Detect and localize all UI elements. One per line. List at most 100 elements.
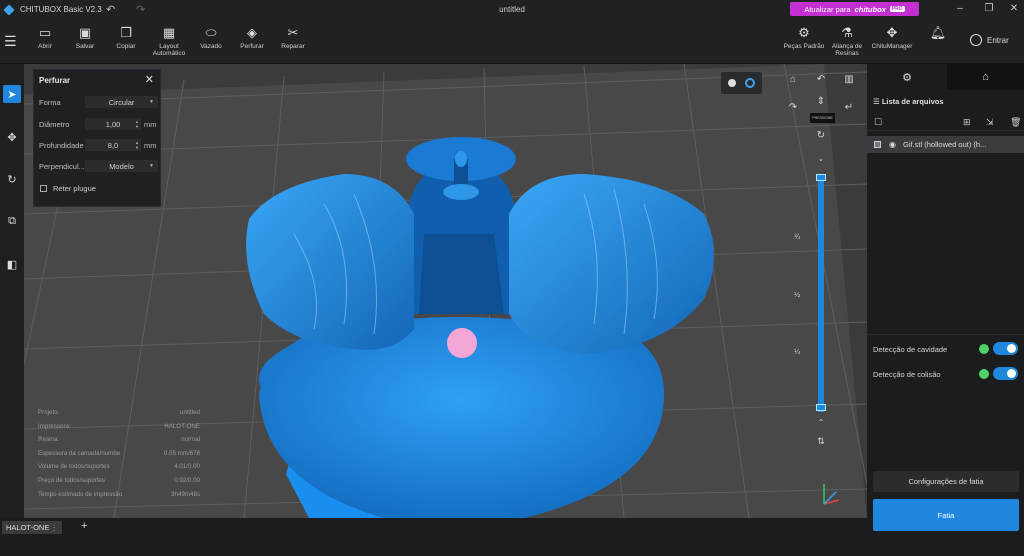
tab-printer[interactable]: ⌂ [947, 64, 1024, 90]
login-button[interactable]: Entrar [970, 34, 1009, 46]
toolbar-label: Abrir [38, 43, 52, 50]
hollow-icon: ⬭ [205, 25, 217, 40]
project-info: Projeto: untitled Impressora: HALOT-ONE Re… [38, 409, 200, 504]
toolbar-layout-button[interactable]: ▦ Layout Automático [146, 25, 192, 57]
close-icon[interactable]: ✕ [145, 73, 154, 86]
eye-icon[interactable]: ◉ [889, 140, 896, 149]
avatar-icon [970, 34, 982, 46]
file-name: Gif.stl (hollowed out) (h... [902, 140, 987, 149]
file-list-header: ☰ Lista de arquivos [873, 97, 944, 106]
upgrade-brand: chitubox [854, 4, 886, 14]
perpendicular-select[interactable]: Modelo ▼ [85, 160, 158, 172]
depth-label: Profundidade [39, 141, 84, 150]
upgrade-button[interactable]: Atualizar para chitubox PRO [790, 2, 919, 16]
refresh-view-icon[interactable]: ↻ [814, 130, 828, 141]
stepper-icon[interactable]: ▲ ▼ [135, 119, 139, 129]
collision-detection-label: Detecção de colisão [873, 370, 941, 379]
toolbar-hollow-button[interactable]: ⬭ Vazado [188, 25, 234, 50]
toolbar-parts-button[interactable]: ⚙ Peças Padrão [781, 25, 827, 50]
layer-slider[interactable] [818, 176, 824, 412]
render-mode-toggle[interactable] [721, 72, 762, 94]
info-value: untitled [180, 409, 200, 416]
upgrade-label: Atualizar para [804, 4, 851, 14]
chevron-up-icon[interactable]: ⌃ [814, 418, 828, 427]
rotate-tool-icon[interactable]: ↻ [3, 170, 21, 188]
mirror-tool-icon[interactable]: ◧ [3, 255, 21, 273]
info-row: Espessura da camada/numbe 0.05 mm/678 [38, 450, 200, 464]
cube-view-icon[interactable]: ▥ [842, 74, 856, 85]
toolbar-label: Reparar [281, 43, 305, 50]
slice-button[interactable]: Fatia [873, 499, 1019, 531]
left-toolbar: ➤ ✥ ↻ ⧉ ◧ [0, 64, 24, 518]
keep-plug-checkbox[interactable]: Reter plugue [40, 184, 96, 193]
add-printer-button[interactable]: + [81, 520, 87, 532]
ruler-icon[interactable]: ⇕ [814, 96, 828, 107]
toolbar-manager-button[interactable]: ✥ ChituManager [869, 25, 915, 50]
hamburger-menu-icon[interactable]: ☰ [4, 33, 17, 50]
toolbar-repair-button[interactable]: ✂ Reparar [270, 25, 316, 50]
toolbar-label: Salvar [75, 43, 95, 50]
toolbar-copy-button[interactable]: ❐ Copiar [103, 25, 149, 50]
tab-files[interactable]: ⚙ [867, 64, 947, 90]
minimize-icon[interactable]: – [953, 3, 967, 14]
toolbar-label: Vazado [200, 43, 222, 50]
toolbar-label: ChituManager [871, 43, 913, 50]
move-tool-icon[interactable]: ✥ [3, 128, 21, 146]
app-title: CHITUBOX Basic V2.3 [20, 5, 102, 14]
file-list-item[interactable]: ◉ Gif.stl (hollowed out) (h... [867, 136, 1024, 153]
add-file-icon[interactable]: ⊞ [963, 117, 971, 128]
info-key: Tempo estimado de impressão [38, 490, 123, 498]
rotate-cw-icon[interactable]: ↷ [786, 102, 800, 113]
depth-value: 8,0 [107, 140, 119, 150]
restore-icon[interactable]: ❐ [982, 3, 996, 14]
rotate-ccw-icon[interactable]: ↵ [842, 102, 856, 113]
slider-tick: ½ [794, 290, 801, 299]
keep-plug-label: Reter plugue [53, 184, 96, 193]
cavity-detection-toggle[interactable] [993, 342, 1018, 355]
diameter-input[interactable]: 1,00 ▲ ▼ [85, 118, 141, 130]
notifications-button[interactable]: 🔔︎ [915, 25, 961, 41]
depth-input[interactable]: 8,0 ▲ ▼ [85, 139, 141, 151]
xray-mode-icon[interactable] [745, 78, 755, 88]
printer-tab-label: HALOT-ONE [6, 523, 50, 532]
slice-settings-button[interactable]: Configurações de fatia [873, 471, 1019, 492]
info-value: normal [181, 436, 200, 444]
collision-detection-toggle[interactable] [993, 367, 1018, 380]
file-checkbox[interactable] [874, 141, 881, 148]
undo-icon[interactable]: ↶ [106, 3, 115, 16]
toolbar-resin-button[interactable]: ⚗ Aliança de Resinas [824, 25, 870, 57]
rotate-left-view-icon[interactable]: ↶ [814, 74, 828, 85]
slider-bottom-handle[interactable] [816, 404, 826, 411]
select-tool-icon[interactable]: ➤ [3, 85, 21, 103]
home-view-icon[interactable]: ⌂ [786, 74, 800, 85]
more-icon[interactable]: ⋮ [51, 523, 59, 532]
scale-tool-icon[interactable]: ⧉ [3, 212, 21, 230]
toolbar-drill-button[interactable]: ◈ Perfurar [229, 25, 275, 50]
printer-icon: ⌂ [982, 71, 989, 83]
checkbox-icon [40, 185, 47, 192]
solid-mode-icon[interactable] [728, 79, 736, 87]
stepper-icon[interactable]: ▲ ▼ [135, 140, 139, 150]
select-all-checkbox[interactable]: ☐ [874, 117, 882, 128]
perpendicular-label: Perpendicul... [39, 162, 85, 171]
info-value: 0.92/0.00 [174, 476, 200, 484]
chevron-down-icon[interactable]: ⌄ [814, 154, 828, 163]
drill-icon: ◈ [247, 25, 257, 40]
toolbar-label: Copiar [116, 43, 136, 50]
slider-top-handle[interactable] [816, 174, 826, 181]
redo-icon[interactable]: ↷ [136, 3, 145, 16]
info-key: Projeto: [38, 409, 60, 416]
drill-marker[interactable] [447, 328, 477, 358]
info-row: Tempo estimado de impressão 3h49m48s [38, 491, 200, 505]
close-window-icon[interactable]: ✕ [1007, 3, 1021, 14]
info-row: Projeto: untitled [38, 409, 200, 423]
slider-tick: ¾ [794, 232, 801, 241]
printer-tab[interactable]: HALOT-ONE ⋮ [2, 521, 62, 534]
smile-icon [979, 369, 989, 379]
swap-icon[interactable]: ⇅ [814, 436, 828, 447]
toolbar-save-button[interactable]: ▣ Salvar [62, 25, 108, 50]
trash-icon[interactable]: 🗑︎ [1010, 117, 1021, 128]
shape-select[interactable]: Circular ▼ [85, 96, 158, 108]
export-icon[interactable]: ⇲ [986, 117, 994, 128]
main-toolbar: ☰ ▭ Abrir ▣ Salvar ❐ Copiar ▦ Layout Automát… [0, 19, 1024, 64]
